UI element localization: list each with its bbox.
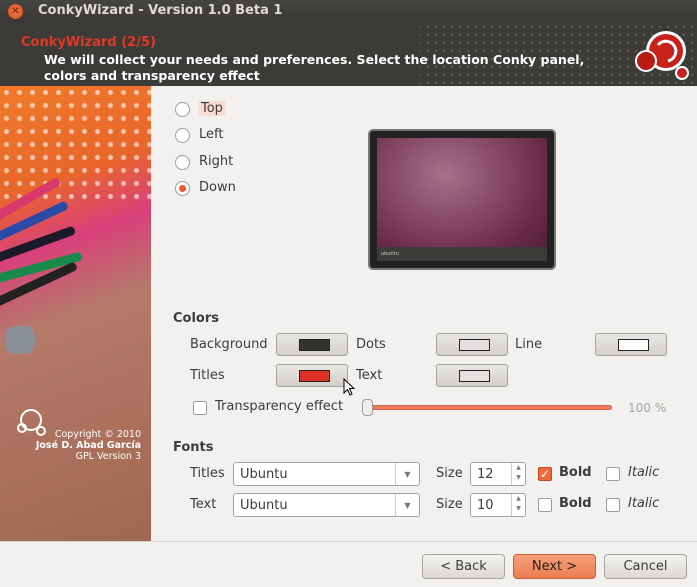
chevron-down-icon[interactable]: ▼ [395,494,419,516]
dots-label: Dots [356,337,386,352]
transparency-slider[interactable] [368,405,612,410]
window-title: ConkyWizard - Version 1.0 Beta 1 [38,3,283,18]
radio-top[interactable] [175,102,190,117]
background-color-button[interactable] [276,333,348,356]
dots-color-button[interactable] [436,333,508,356]
transparency-value: 100 % [628,401,667,415]
colors-heading: Colors [173,311,220,326]
text-font-label: Text [190,497,217,512]
spin-arrows-icon[interactable]: ▲ ▼ [511,463,525,485]
text-bold-checkbox[interactable] [538,498,552,512]
radio-down-label[interactable]: Down [199,180,236,195]
preview-panel: ubuntu [377,247,547,261]
text-italic-checkbox[interactable] [606,498,620,512]
text-size-spinner[interactable]: 10 ▲ ▼ [470,493,526,517]
text-size-value: 10 [477,498,494,513]
text-color-button[interactable] [436,364,508,387]
titles-bold-checkbox[interactable]: ✓ [538,467,552,481]
radio-right-label[interactable]: Right [199,154,233,169]
radio-top-label[interactable]: Top [199,101,225,116]
titles-size-label: Size [436,466,463,481]
back-button[interactable]: < Back [422,554,505,579]
sidebar-image: Copyright © 2010 José D. Abad García GPL… [0,86,151,541]
radio-left[interactable] [175,128,190,143]
text-italic-label: Italic [628,496,660,511]
chevron-down-icon[interactable]: ▼ [395,463,419,485]
radio-down[interactable] [175,181,190,196]
transparency-label: Transparency effect [215,399,344,414]
fonts-heading: Fonts [173,440,214,455]
transparency-slider-handle[interactable] [362,399,373,416]
titles-font-label: Titles [190,466,225,481]
author-text: José D. Abad García [35,440,141,451]
spin-arrows-icon[interactable]: ▲ ▼ [511,494,525,516]
next-button[interactable]: Next > [513,554,596,579]
close-icon[interactable]: ✕ [8,4,23,19]
line-label: Line [515,337,543,352]
background-label: Background [190,337,268,352]
radio-right[interactable] [175,155,190,170]
transparency-checkbox[interactable] [193,401,207,415]
radio-left-label[interactable]: Left [199,127,223,142]
step-title: ConkyWizard (2/5) [21,35,156,50]
text-font-combo[interactable]: Ubuntu ▼ [233,493,420,517]
titles-size-spinner[interactable]: 12 ▲ ▼ [470,462,526,486]
titles-italic-label: Italic [628,465,660,480]
copyright-text: Copyright © 2010 [54,429,141,440]
cancel-button[interactable]: Cancel [604,554,687,579]
text-bold-label: Bold [559,496,592,511]
text-size-label: Size [436,497,463,512]
titles-font-value: Ubuntu [240,467,288,482]
titles-bold-label: Bold [559,465,592,480]
conky-logo-icon [635,31,689,80]
wizard-header: ConkyWizard (2/5) We will collect your n… [0,23,697,86]
license-text: GPL Version 3 [75,451,141,462]
titles-italic-checkbox[interactable] [606,467,620,481]
titles-color-label: Titles [190,368,225,383]
title-bar: ✕ ConkyWizard - Version 1.0 Beta 1 [0,0,697,23]
mouse-cursor-icon [343,378,356,396]
titles-color-button[interactable] [276,364,348,387]
text-color-label: Text [356,368,383,383]
step-description: We will collect your needs and preferenc… [44,52,585,83]
copyright: Copyright © 2010 José D. Abad García GPL… [36,429,141,462]
line-color-button[interactable] [595,333,667,356]
titles-font-combo[interactable]: Ubuntu ▼ [233,462,420,486]
position-preview: ubuntu [368,129,556,270]
text-font-value: Ubuntu [240,498,288,513]
titles-size-value: 12 [477,467,494,482]
